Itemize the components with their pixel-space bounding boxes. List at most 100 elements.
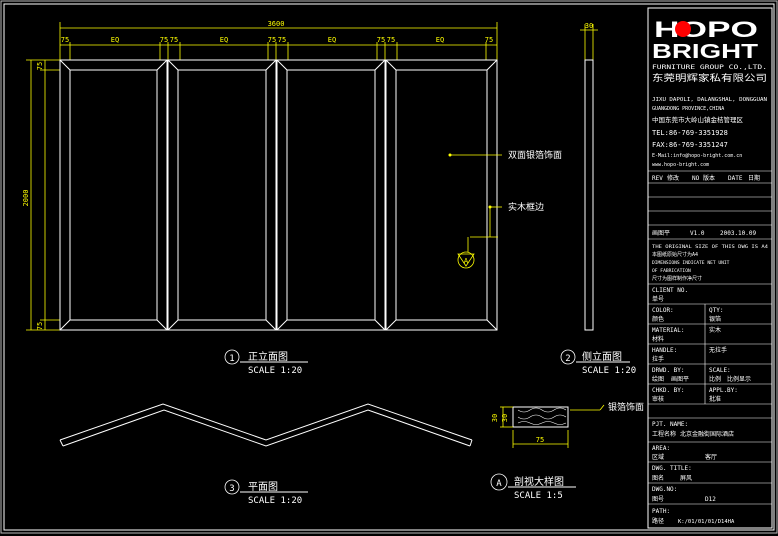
drawing-title: 屏风 (680, 475, 692, 482)
left-dim-bottom: 75 (36, 322, 44, 330)
svg-text:QTY:: QTY: (709, 307, 723, 314)
top-dim-2: EQ (111, 36, 119, 44)
address-en-2: GUANGDONG PROVINCE,CHINA (652, 106, 724, 112)
top-dim-10: 75 (387, 36, 395, 44)
svg-text:THE ORIGINAL SIZE OF THIS DWG: THE ORIGINAL SIZE OF THIS DWG IS A4 (652, 244, 768, 250)
svg-text:2: 2 (565, 354, 570, 364)
side-elevation: 30 2 侧立面图 SCALE 1:20 (560, 22, 636, 376)
label-detail-finish: 银箔饰面 (608, 401, 644, 413)
detail-dim-width: 75 (536, 436, 544, 444)
view-title-side: 2 侧立面图 SCALE 1:20 (560, 349, 636, 376)
top-dim-1: 75 (61, 36, 69, 44)
company-en: FURNITURE GROUP CO.,LTD. (652, 64, 767, 71)
top-dim-11: EQ (436, 36, 444, 44)
svg-text:COLOR:: COLOR: (652, 307, 674, 314)
email: E-Mail:info@hopo-bright.com.cn (652, 153, 742, 159)
detail-dim-left2: 30 (501, 414, 509, 422)
panel-2 (167, 59, 277, 331)
svg-text:材料: 材料 (652, 335, 664, 343)
svg-text:SCALE 1:5: SCALE 1:5 (514, 491, 563, 501)
address-en-1: JIXU DAPOLI, DALANGSHAL, DONGGUAN (652, 97, 767, 103)
section-marker-A: A (457, 251, 475, 269)
top-dim-5: EQ (220, 36, 228, 44)
svg-text:BRIGHT: BRIGHT (652, 41, 758, 63)
svg-text:REV: REV (652, 175, 663, 182)
top-dim-9: 75 (377, 36, 385, 44)
title-block: HOPO BRIGHT FURNITURE GROUP CO.,LTD. 东莞明… (647, 7, 773, 529)
svg-text:批准: 批准 (709, 395, 721, 403)
overall-width-dim: 3600 (268, 20, 285, 28)
svg-text:AREA:: AREA: (652, 445, 670, 452)
label-wood-frame: 实木框边 (508, 201, 544, 213)
top-dim-8: EQ (328, 36, 336, 44)
svg-text:路径: 路径 (652, 517, 664, 525)
plan-view: 3 平面图 SCALE 1:20 (59, 403, 473, 506)
svg-text:DATE: DATE (728, 175, 743, 182)
svg-text:SCALE:: SCALE: (709, 367, 731, 374)
svg-text:DRWD. BY:: DRWD. BY: (652, 367, 685, 374)
svg-text:无拉手: 无拉手 (709, 346, 727, 354)
svg-text:颜色: 颜色 (652, 315, 664, 323)
panel-4 (385, 59, 498, 331)
svg-text:CHKD. BY:: CHKD. BY: (652, 387, 685, 394)
svg-text:拉手: 拉手 (652, 355, 664, 363)
svg-text:比例: 比例 (709, 375, 721, 383)
svg-text:A: A (464, 257, 469, 265)
view-title-detail: A 剖视大样图 SCALE 1:5 (490, 473, 576, 501)
date: 2003.10.09 (720, 230, 757, 237)
top-dim-12: 75 (485, 36, 493, 44)
svg-text:修改: 修改 (667, 174, 679, 182)
svg-text:版本: 版本 (703, 174, 715, 182)
svg-text:DIMENSIONS INDICATE NET UNIT: DIMENSIONS INDICATE NET UNIT (652, 260, 730, 266)
company-cn: 东莞明辉家私有限公司 (652, 72, 767, 84)
area-value: 客厅 (705, 453, 717, 461)
svg-text:APPL.BY:: APPL.BY: (709, 387, 738, 394)
svg-text:SCALE 1:20: SCALE 1:20 (248, 366, 302, 376)
top-dim-7: 75 (278, 36, 286, 44)
svg-text:HOPO: HOPO (654, 17, 758, 42)
svg-text:工程名称: 工程名称 (652, 430, 676, 438)
view-title-plan: 3 平面图 SCALE 1:20 (224, 479, 308, 506)
svg-text:单号: 单号 (652, 295, 664, 303)
panel-3 (276, 59, 386, 331)
detail-dim-left: 30 (491, 414, 499, 422)
svg-text:SCALE 1:20: SCALE 1:20 (582, 366, 636, 376)
svg-text:侧立面图: 侧立面图 (582, 350, 622, 363)
cad-drawing-sheet: 3600 75 EQ 75 75 EQ 75 75 EQ 75 75 EQ 75… (0, 0, 778, 534)
tel: TEL:86-769-3351928 (652, 129, 728, 137)
svg-text:本图纸原始尺寸为A4: 本图纸原始尺寸为A4 (652, 251, 698, 258)
svg-text:区域: 区域 (652, 453, 664, 461)
label-silver-finish: 双面银箔饰面 (508, 149, 562, 161)
side-thickness-dim: 30 (585, 22, 593, 30)
svg-text:尺寸为图样制作净尺寸: 尺寸为图样制作净尺寸 (652, 275, 702, 282)
company-logo: HOPO BRIGHT (652, 17, 758, 63)
top-dim-6: 75 (268, 36, 276, 44)
svg-text:平面图: 平面图 (248, 481, 278, 493)
svg-text:图名: 图名 (652, 474, 664, 482)
svg-text:画图平: 画图平 (671, 376, 689, 383)
svg-text:银箔: 银箔 (709, 315, 721, 323)
panel-1 (59, 59, 168, 331)
top-dim-3: 75 (160, 36, 168, 44)
web: www.hopo-bright.com (652, 162, 709, 168)
fax: FAX:86-769-3351247 (652, 141, 728, 149)
view-title-front: 1 正立面图 SCALE 1:20 (224, 349, 308, 376)
top-dim-4: 75 (170, 36, 178, 44)
left-dim-top: 75 (36, 62, 44, 70)
project-name: 北京金融街国际酒店 (680, 430, 734, 438)
svg-text:绘图: 绘图 (652, 375, 664, 383)
file-path: K:/01/01/01/D14HA (678, 519, 735, 525)
front-elevation: 3600 75 EQ 75 75 EQ 75 75 EQ 75 75 EQ 75… (22, 20, 562, 376)
left-dim-height: 2000 (22, 190, 30, 207)
address-cn: 中国东莞市大岭山镇金桔管理区 (652, 115, 744, 124)
drawing-number: D12 (705, 496, 716, 503)
svg-text:DWG.NO:: DWG.NO: (652, 486, 677, 493)
svg-text:NO: NO (692, 175, 700, 182)
svg-text:1: 1 (229, 354, 234, 364)
svg-text:3: 3 (229, 484, 234, 494)
svg-text:SCALE 1:20: SCALE 1:20 (248, 496, 302, 506)
svg-text:MATERIAL:: MATERIAL: (652, 327, 685, 334)
section-detail: 30 30 75 银箔饰面 A 剖视大样图 SCALE 1:5 (490, 401, 644, 501)
svg-text:实木: 实木 (709, 326, 721, 334)
svg-text:图号: 图号 (652, 496, 664, 503)
